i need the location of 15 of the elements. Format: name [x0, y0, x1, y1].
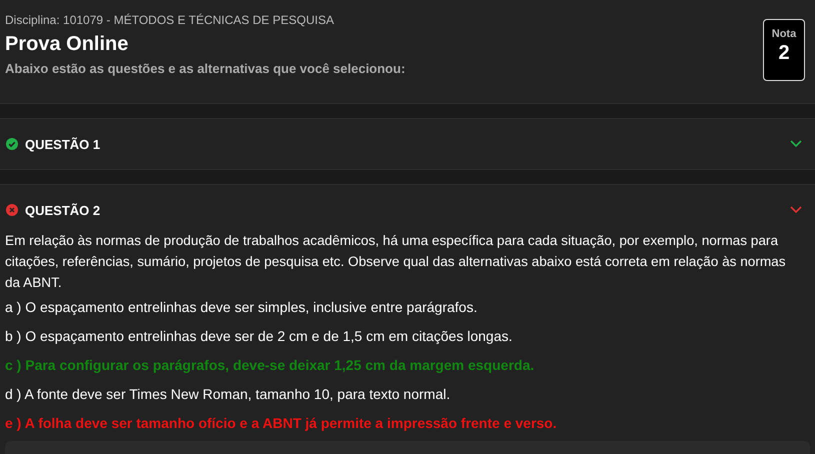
answer-option: d ) A fonte deve ser Times New Roman, tamanho 10, para texto normal. [5, 380, 810, 409]
chevron-down-icon [790, 140, 802, 148]
page-subtitle: Abaixo estão as questões e as alternativas que você selecionou: [5, 61, 406, 76]
question-header[interactable]: QUESTÃO 1 [0, 119, 815, 169]
discipline-label: Disciplina: 101079 - MÉTODOS E TÉCNICAS DE PESQUISA [5, 13, 335, 27]
chevron-down-icon [790, 206, 802, 214]
grade-value: 2 [778, 42, 790, 65]
question-header[interactable]: QUESTÃO 2 [0, 185, 815, 230]
answer-option: b ) O espaçamento entrelinhas deve ser de 2 cm e de 1,5 cm em citações longas. [5, 322, 810, 351]
answer-option: c ) Para configurar os parágrafos, deve-se deixar 1,25 cm da margem esquerda. [5, 351, 810, 380]
question-statement: Em relação às normas de produção de trabalhos acadêmicos, há uma específica para cada situação, por exemplo, normas para citações, referências, sumário, projetos de pesquisa etc. Observe qual das alternativas abaixo está correta em relação às normas da ABNT. [5, 232, 787, 292]
grade-label: Nota [772, 28, 796, 40]
page-title: Prova Online [5, 33, 130, 56]
answer-option: a ) O espaçamento entrelinhas deve ser simples, inclusive entre parágrafos. [5, 293, 810, 322]
answer-option: e ) A folha deve ser tamanho ofício e a ABNT já permite a impressão frente e verso. [5, 409, 810, 438]
